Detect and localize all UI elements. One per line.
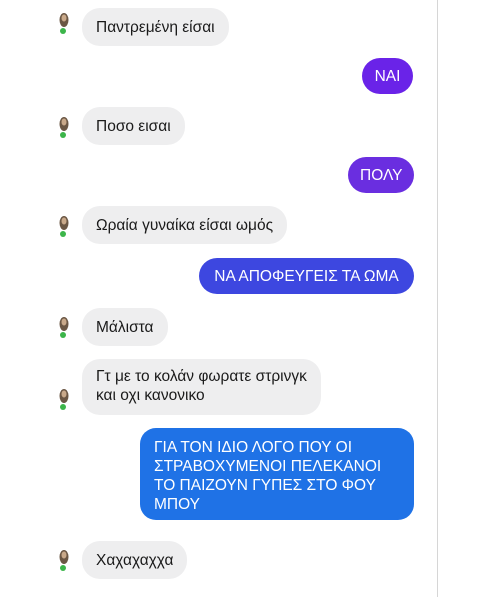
scrollbar-track: [437, 0, 438, 597]
user-avatar-icon[interactable]: [58, 549, 70, 571]
message-outgoing: ΠΟΛΥ: [348, 157, 414, 193]
user-avatar-icon[interactable]: [58, 316, 70, 338]
user-avatar-icon[interactable]: [58, 116, 70, 138]
message-incoming: Ποσο εισαι: [82, 107, 185, 145]
message-incoming: Παντρεμένη είσαι: [82, 8, 229, 46]
chat-conversation: Παντρεμένη είσαι ΝΑΙ Ποσο εισαι ΠΟΛΥ Ωρα…: [0, 0, 500, 597]
message-outgoing: ΝΑ ΑΠΟΦΕΥΓΕΙΣ ΤΑ ΩΜΑ: [199, 258, 414, 294]
message-incoming: Ωραία γυναίκα είσαι ωμός: [82, 206, 288, 244]
message-incoming: Μάλιστα: [82, 308, 168, 346]
user-avatar-icon[interactable]: [58, 215, 70, 237]
user-avatar-icon[interactable]: [58, 388, 70, 410]
message-incoming: Χαχαχαχχα: [82, 541, 188, 579]
user-avatar-icon[interactable]: [58, 12, 70, 34]
message-incoming: Γτ με το κολάν φωρατε στρινγκ και οχι κα…: [82, 359, 321, 415]
message-outgoing: ΝΑΙ: [362, 58, 413, 94]
message-outgoing: ΓΙΑ ΤΟΝ ΙΔΙΟ ΛΟΓΟ ΠΟΥ ΟΙ ΣΤΡΑΒΟΧΥΜΕΝΟΙ Π…: [140, 428, 414, 520]
